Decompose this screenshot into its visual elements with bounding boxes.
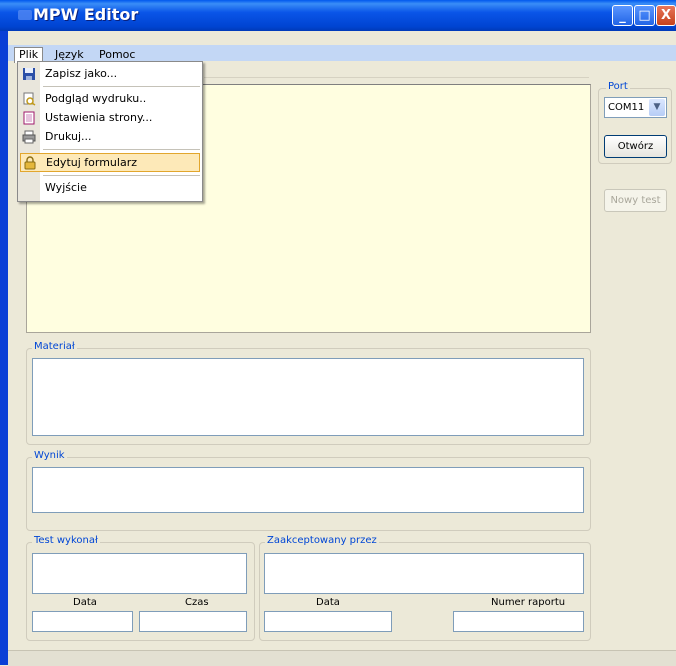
performed-by-label: Test wykonał	[32, 535, 100, 546]
print-preview-icon	[23, 92, 36, 106]
lock-icon	[24, 156, 36, 170]
minimize-icon: _	[619, 9, 626, 24]
menu-bar: Plik Język Pomoc	[8, 31, 676, 63]
performed-by-field[interactable]	[32, 553, 247, 594]
menu-item-label: Drukuj...	[45, 130, 92, 143]
material-label: Materiał	[32, 341, 77, 352]
file-menu: Zapisz jako... Podgląd wydruku.. Ustawie…	[17, 61, 203, 202]
menu-jezyk[interactable]: Język	[51, 48, 88, 61]
menu-item-label: Zapisz jako...	[45, 67, 118, 80]
performed-date-label: Data	[73, 597, 97, 608]
menu-item-print-preview[interactable]: Podgląd wydruku..	[18, 89, 202, 109]
menu-item-exit[interactable]: Wyjście	[18, 178, 202, 198]
new-test-button[interactable]: Nowy test	[604, 189, 667, 212]
window-left-border	[0, 0, 8, 665]
maximize-icon: □	[638, 8, 651, 23]
report-number-field[interactable]	[453, 611, 584, 632]
divider	[204, 77, 589, 78]
menu-item-print[interactable]: Drukuj...	[18, 127, 202, 147]
accepted-date-label: Data	[316, 597, 340, 608]
printer-icon	[22, 130, 36, 144]
menu-item-save-as[interactable]: Zapisz jako...	[18, 64, 202, 84]
maximize-button[interactable]: □	[634, 5, 655, 26]
open-port-button[interactable]: Otwórz	[604, 135, 667, 158]
page-setup-icon	[23, 111, 35, 125]
accepted-by-field[interactable]	[264, 553, 584, 594]
menu-item-edit-form[interactable]: Edytuj formularz	[20, 153, 200, 172]
minimize-button[interactable]: _	[612, 5, 633, 26]
result-field[interactable]	[32, 467, 584, 513]
result-label: Wynik	[32, 450, 67, 461]
material-field[interactable]	[32, 358, 584, 436]
report-number-label: Numer raportu	[491, 597, 566, 608]
performed-date-field[interactable]	[32, 611, 133, 632]
accepted-by-label: Zaakceptowany przez	[265, 535, 379, 546]
accepted-date-field[interactable]	[264, 611, 392, 632]
save-icon	[23, 68, 35, 80]
chevron-down-icon[interactable]: ▼	[649, 99, 665, 116]
app-icon	[18, 10, 32, 20]
title-bar[interactable]: MPW Editor _ □ X	[0, 0, 676, 31]
performed-time-field[interactable]	[139, 611, 247, 632]
menu-item-label: Wyjście	[45, 181, 87, 194]
close-icon: X	[660, 8, 672, 23]
menu-item-label: Edytuj formularz	[46, 156, 137, 169]
menu-item-page-setup[interactable]: Ustawienia strony...	[18, 108, 202, 128]
performed-time-label: Czas	[185, 597, 209, 608]
menu-item-label: Ustawienia strony...	[45, 111, 153, 124]
close-button[interactable]: X	[656, 5, 676, 26]
port-select[interactable]: COM11 ▼	[604, 97, 667, 118]
port-select-value: COM11	[608, 102, 645, 113]
menu-pomoc[interactable]: Pomoc	[95, 48, 139, 61]
menu-separator	[43, 86, 200, 87]
menu-separator	[43, 149, 200, 150]
menu-item-label: Podgląd wydruku..	[45, 92, 147, 105]
menu-separator	[43, 175, 200, 176]
status-bar	[8, 650, 676, 666]
port-label: Port	[606, 81, 630, 92]
window-title: MPW Editor	[33, 5, 139, 24]
